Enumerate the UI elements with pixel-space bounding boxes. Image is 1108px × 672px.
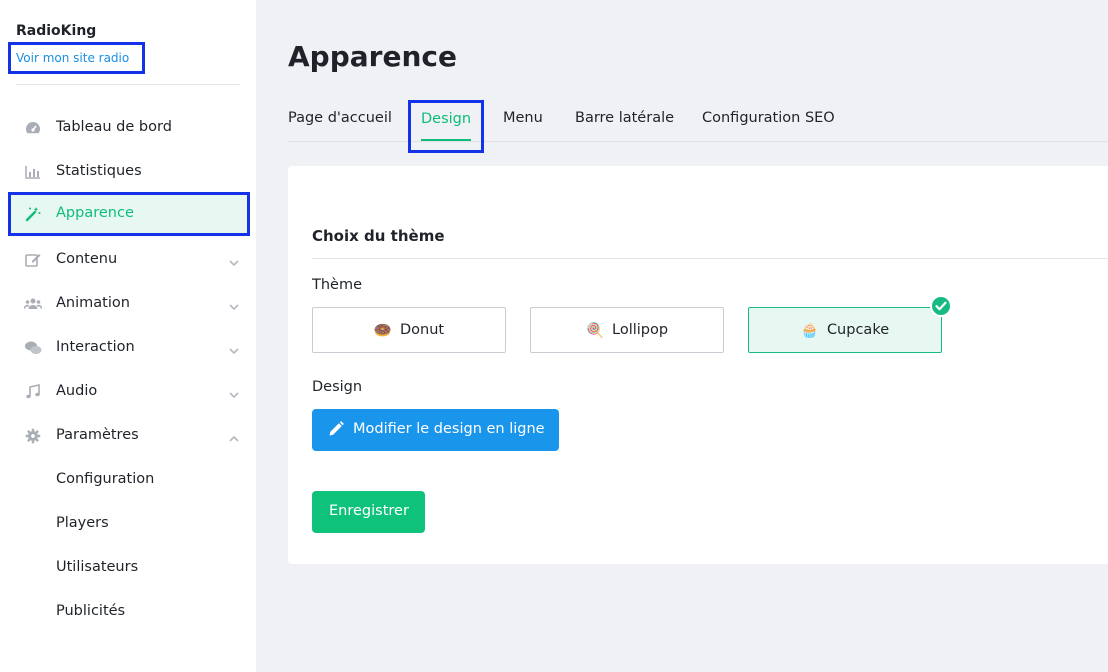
theme-option-cupcake[interactable]: 🧁 Cupcake: [748, 307, 942, 353]
sidebar-subitem-players[interactable]: Players: [56, 515, 109, 531]
lollipop-emoji-icon: 🍭: [585, 322, 604, 339]
sidebar-subitem-configuration[interactable]: Configuration: [56, 471, 154, 487]
save-button-label: Enregistrer: [329, 503, 409, 519]
sidebar: RadioKing Voir mon site radio Tableau de…: [0, 0, 256, 672]
chevron-down-icon: [228, 298, 240, 311]
sidebar-item-audio[interactable]: Audio: [8, 370, 250, 414]
save-button[interactable]: Enregistrer: [312, 491, 425, 533]
sidebar-item-appearance[interactable]: Apparence: [8, 192, 250, 236]
tab-bar: Page d'accueil Design Menu Barre latéral…: [288, 98, 1108, 153]
music-note-icon: [24, 384, 42, 400]
edit-design-online-button[interactable]: Modifier le design en ligne: [312, 409, 559, 451]
tab-active-underline: [421, 139, 471, 141]
users-group-icon: [24, 296, 42, 312]
sidebar-subitem-ads[interactable]: Publicités: [56, 603, 125, 619]
theme-option-label: Cupcake: [826, 322, 890, 338]
tab-design-label: Design: [421, 111, 472, 127]
brand-name: RadioKing: [16, 23, 97, 39]
sidebar-item-label: Paramètres: [56, 427, 139, 443]
selected-check-icon: [930, 295, 952, 317]
sidebar-item-dashboard[interactable]: Tableau de bord: [8, 106, 250, 150]
pencil-icon: [328, 421, 344, 441]
tab-home-page[interactable]: Page d'accueil: [288, 110, 392, 126]
edit-design-label: Modifier le design en ligne: [353, 421, 545, 437]
view-site-link[interactable]: Voir mon site radio: [8, 42, 145, 74]
page-title: Apparence: [288, 40, 457, 73]
dashboard-gauge-icon: [24, 120, 42, 136]
sidebar-item-label: Statistiques: [56, 163, 142, 179]
sidebar-item-interaction[interactable]: Interaction: [8, 326, 250, 370]
sidebar-item-label: Audio: [56, 383, 98, 399]
donut-emoji-icon: 🍩: [373, 322, 392, 339]
sidebar-item-label: Interaction: [56, 339, 135, 355]
bar-chart-icon: [24, 164, 42, 180]
sidebar-subitem-users[interactable]: Utilisateurs: [56, 559, 138, 575]
sidebar-item-settings[interactable]: Paramètres: [8, 414, 250, 458]
theme-option-label: Lollipop: [612, 322, 669, 338]
gear-icon: [24, 428, 42, 444]
sidebar-item-content[interactable]: Contenu: [8, 238, 250, 282]
tab-design[interactable]: Design: [408, 100, 484, 153]
theme-card: Choix du thème Thème 🍩 Donut 🍭 Lollipop …: [288, 166, 1108, 564]
tab-menu[interactable]: Menu: [503, 110, 543, 126]
theme-option-donut[interactable]: 🍩 Donut: [312, 307, 506, 353]
sidebar-item-statistics[interactable]: Statistiques: [8, 150, 250, 194]
sidebar-item-label: Animation: [56, 295, 130, 311]
sidebar-item-label: Contenu: [56, 251, 118, 267]
magic-wand-icon: [24, 206, 42, 222]
edit-note-icon: [24, 252, 42, 268]
theme-option-label: Donut: [399, 322, 445, 338]
design-label: Design: [312, 379, 363, 395]
chevron-up-icon: [228, 430, 240, 442]
tab-sidebar[interactable]: Barre latérale: [575, 110, 674, 126]
sidebar-item-label: Apparence: [56, 205, 134, 221]
tab-seo-configuration[interactable]: Configuration SEO: [702, 110, 835, 126]
cupcake-emoji-icon: 🧁: [800, 322, 819, 339]
chevron-down-icon: [228, 254, 240, 267]
theme-option-lollipop[interactable]: 🍭 Lollipop: [530, 307, 724, 353]
theme-label: Thème: [312, 277, 363, 293]
sidebar-divider: [16, 84, 240, 85]
section-title: Choix du thème: [312, 227, 445, 245]
chevron-down-icon: [228, 386, 240, 399]
chat-bubbles-icon: [24, 340, 42, 356]
card-divider: [312, 258, 1108, 259]
chevron-down-icon: [228, 342, 240, 355]
sidebar-item-animation[interactable]: Animation: [8, 282, 250, 326]
sidebar-item-label: Tableau de bord: [56, 119, 172, 135]
